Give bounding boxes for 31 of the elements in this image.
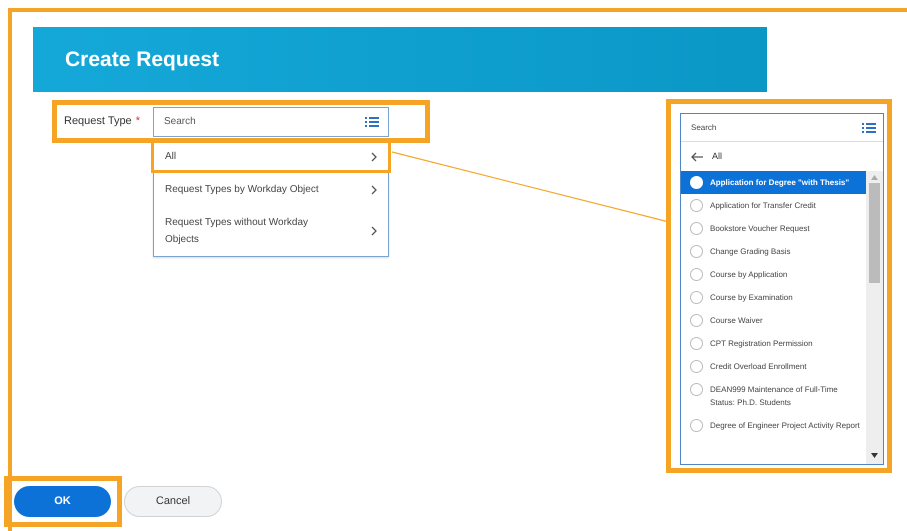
search-field[interactable]: Search xyxy=(153,106,389,136)
radio-option[interactable]: Course Waiver xyxy=(681,309,866,332)
chevron-right-icon xyxy=(371,152,378,162)
ok-button[interactable]: OK xyxy=(14,486,111,517)
radio-option[interactable]: Degree of Engineer Project Activity Report xyxy=(681,414,866,437)
list-icon xyxy=(862,122,876,134)
dropdown-option[interactable]: Request Types by Workday Object xyxy=(151,173,391,206)
list-icon xyxy=(365,116,379,128)
radio-option[interactable]: Change Grading Basis xyxy=(681,240,866,263)
dropdown-option[interactable]: All xyxy=(151,140,391,173)
radio-option[interactable]: Application for Degree "with Thesis" xyxy=(681,171,866,194)
page-title: Create Request xyxy=(65,46,220,72)
dropdown-option[interactable]: Request Types without Workday Objects xyxy=(151,206,391,256)
back-link[interactable]: All xyxy=(712,150,722,164)
scroll-up-icon xyxy=(871,175,878,180)
radio-option[interactable]: Course by Examination xyxy=(681,286,866,309)
radio-option[interactable]: Credit Overload Enrollment xyxy=(681,355,866,378)
scroll-down-icon xyxy=(871,453,878,458)
cancel-button[interactable]: Cancel xyxy=(124,486,222,517)
scrollbar-thumb[interactable] xyxy=(869,183,880,283)
radio-option[interactable]: Course by Application xyxy=(681,263,866,286)
radio-option[interactable]: Application for Transfer Credit xyxy=(681,194,866,217)
chevron-right-icon xyxy=(371,184,378,194)
radio-option[interactable]: DEAN999 Maintenance of Full-Time Status: Ph.D. Students xyxy=(681,378,866,414)
radio-option[interactable]: CPT Registration Permission xyxy=(681,332,866,355)
field-label: Request Type * xyxy=(63,114,141,130)
radio-option[interactable]: Bookstore Voucher Request xyxy=(681,217,866,240)
back-arrow-icon xyxy=(690,152,704,162)
scrollbar[interactable] xyxy=(866,171,883,464)
chevron-right-icon xyxy=(371,226,378,236)
required-mark: * xyxy=(136,115,140,128)
